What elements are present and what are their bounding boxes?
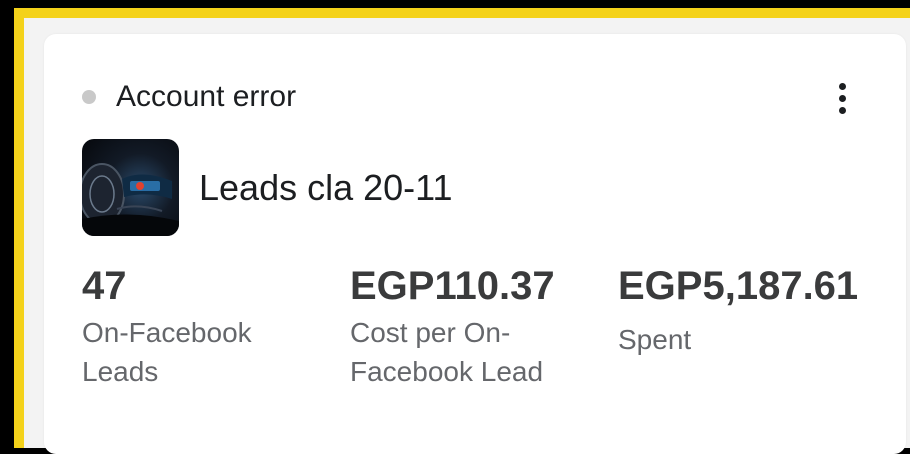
metric-label: On-Facebook Leads	[82, 317, 252, 387]
metric-value: EGP5,187.61	[618, 264, 859, 308]
more-vertical-icon	[838, 82, 846, 90]
metric-leads: 47 On-Facebook Leads	[82, 264, 302, 391]
status-row: Account error	[82, 80, 296, 114]
more-options-button[interactable]	[824, 78, 860, 118]
more-vertical-icon-dot	[838, 94, 846, 102]
metric-label: Cost per On-Facebook Lead	[350, 317, 544, 387]
campaign-row[interactable]: Leads cla 20-11	[82, 139, 453, 236]
metric-spent: EGP5,187.61 Spent	[618, 264, 868, 359]
metric-cost-per-lead: EGP110.37 Cost per On-Facebook Lead	[350, 264, 590, 391]
campaign-card[interactable]: Account error Leads cla 20-11 47 On-Face…	[44, 34, 906, 454]
metric-value: 47	[82, 264, 127, 308]
car-dashboard-image	[82, 163, 179, 236]
screen-frame: Account error Leads cla 20-11 47 On-Face…	[0, 0, 910, 454]
campaign-thumbnail	[82, 139, 179, 236]
status-dot-icon	[82, 90, 96, 104]
metric-value: EGP110.37	[350, 264, 555, 308]
metric-label: Spent	[618, 324, 692, 355]
more-vertical-icon-dot	[838, 106, 846, 114]
status-text: Account error	[116, 80, 297, 113]
campaign-name[interactable]: Leads cla 20-11	[199, 167, 453, 209]
